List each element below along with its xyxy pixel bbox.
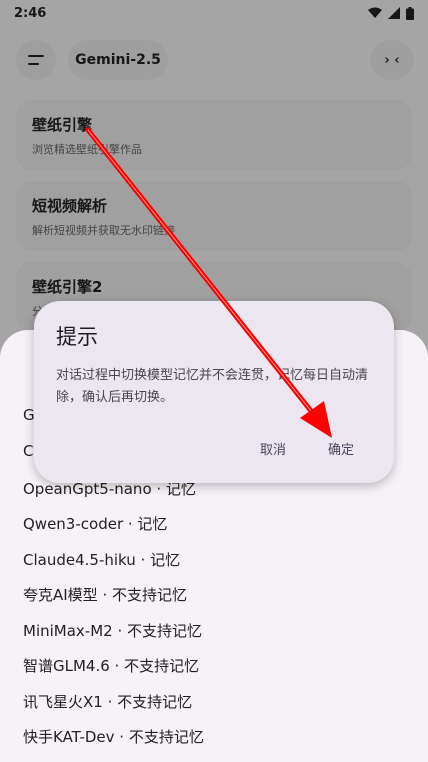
dialog-message: 对话过程中切换模型记忆并不会连贯，记忆每日自动清除，确认后再切换。 [56, 368, 369, 405]
model-item[interactable]: C [23, 442, 33, 460]
model-item[interactable]: Claude4.5-hiku · 记忆 [23, 549, 180, 570]
cancel-button[interactable]: 取消 [260, 439, 286, 458]
model-item[interactable]: 讯飞星火X1 · 不支持记忆 [23, 691, 192, 712]
dialog-title: 提示 [56, 325, 98, 349]
model-item[interactable]: 快手KAT-Dev · 不支持记忆 [23, 726, 204, 747]
confirm-button[interactable]: 确定 [328, 439, 354, 458]
model-item[interactable]: MiniMax-M2 · 不支持记忆 [23, 620, 202, 641]
model-item[interactable]: 夸克AI模型 · 不支持记忆 [23, 584, 187, 605]
model-item[interactable]: G [23, 406, 35, 424]
model-item[interactable]: 智谱GLM4.6 · 不支持记忆 [23, 655, 199, 676]
switch-model-dialog: 提示 对话过程中切换模型记忆并不会连贯，记忆每日自动清除，确认后再切换。 取消 … [34, 301, 394, 483]
model-item[interactable]: Qwen3-coder · 记忆 [23, 513, 167, 534]
